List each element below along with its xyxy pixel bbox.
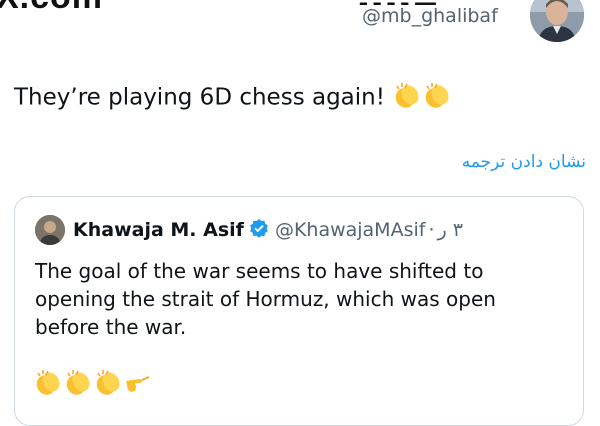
quoted-author-handle[interactable]: @KhawajaMAsif xyxy=(275,219,426,241)
author-avatar[interactable] xyxy=(530,0,584,42)
verified-badge-icon xyxy=(249,218,269,242)
quoted-tweet-emoji-row xyxy=(33,367,153,401)
quoted-tweet-header: Khawaja M. Asif @KhawajaMAsif · ۳ ر xyxy=(35,215,463,245)
header-separator: · xyxy=(428,219,435,241)
clap-icon xyxy=(93,367,123,401)
quoted-tweet-card[interactable]: Khawaja M. Asif @KhawajaMAsif · ۳ ر The … xyxy=(14,196,584,426)
quoted-author-avatar[interactable] xyxy=(35,215,65,245)
clap-icon xyxy=(63,367,93,401)
quoted-author-name[interactable]: Khawaja M. Asif xyxy=(73,219,244,241)
show-translation-link[interactable]: نشان دادن ترجمه xyxy=(462,152,586,172)
quoted-tweet-timestamp[interactable]: ۳ ر xyxy=(438,219,463,241)
pointing-hand-icon xyxy=(123,367,153,401)
clap-icon xyxy=(422,80,452,116)
site-watermark: X.com xyxy=(0,0,103,17)
author-handle[interactable]: @mb_ghalibaf xyxy=(362,5,498,27)
quoted-tweet-text: The goal of the war seems to have shifte… xyxy=(35,259,496,339)
tweet-text: They’re playing 6D chess again! xyxy=(14,80,452,116)
clap-icon xyxy=(392,80,422,116)
tweet-text-content: They’re playing 6D chess again! xyxy=(14,84,385,111)
clap-icon xyxy=(33,367,63,401)
